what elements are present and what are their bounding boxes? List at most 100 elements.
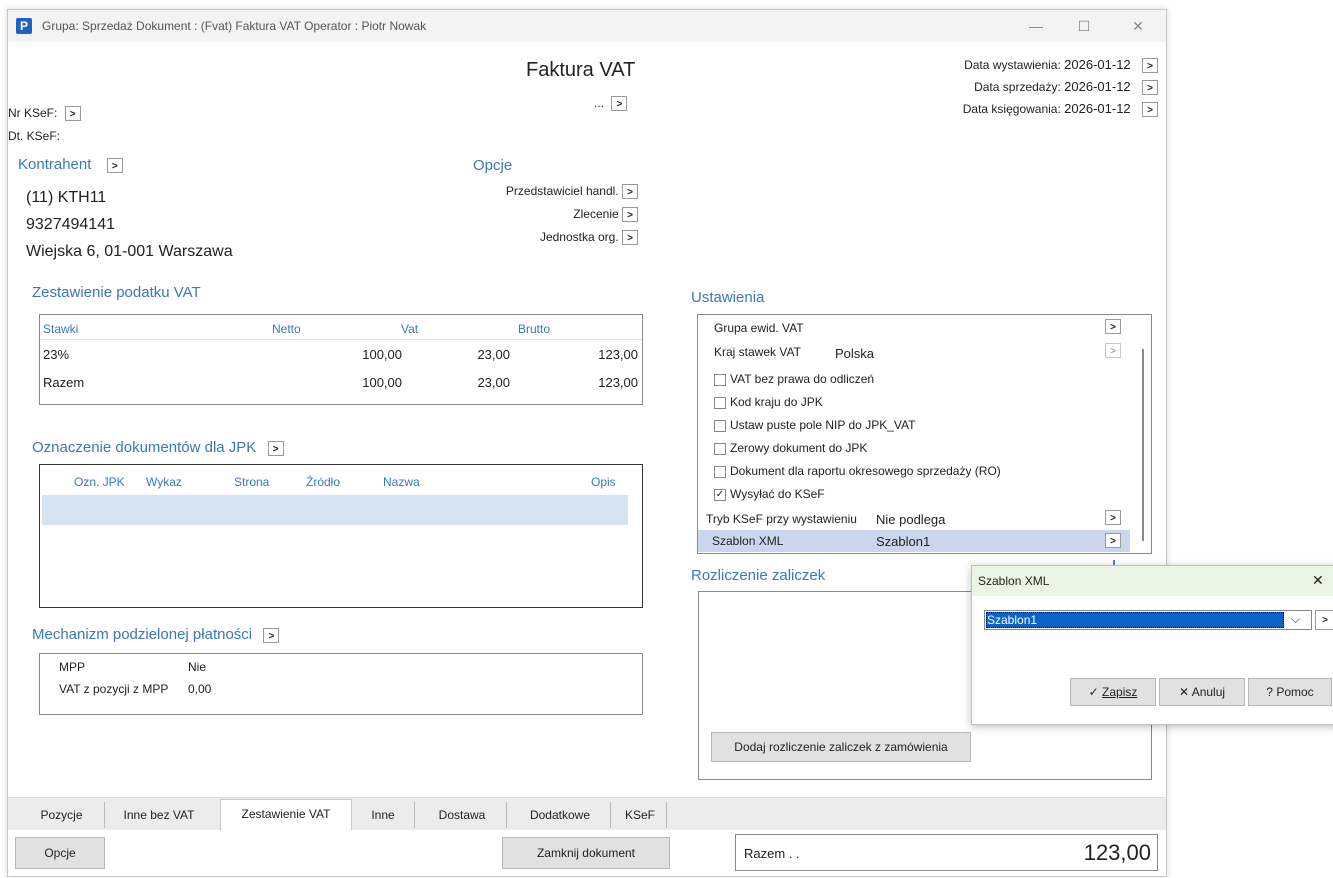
x-icon: ✕ bbox=[1178, 685, 1190, 699]
date-issue-value: 2026-01-12 bbox=[1064, 57, 1131, 72]
zapisz-label: Zapisz bbox=[1102, 685, 1138, 699]
razem-box: Razem . . 123,00 bbox=[735, 834, 1158, 871]
dialog-arrow-button[interactable]: > bbox=[1315, 610, 1333, 630]
tab-pozycje[interactable]: Pozycje bbox=[24, 802, 99, 828]
checkbox-row[interactable]: VAT bez prawa do odliczeń bbox=[714, 372, 874, 386]
mpp-vat-value: 0,00 bbox=[188, 682, 212, 696]
vat-col-stawki: Stawki bbox=[43, 322, 79, 336]
vat-heading: Zestawienie podatku VAT bbox=[32, 284, 201, 301]
checkbox-row[interactable]: Kod kraju do JPK bbox=[714, 395, 823, 409]
date-issue-button[interactable]: > bbox=[1142, 58, 1158, 73]
checkbox[interactable] bbox=[714, 373, 726, 386]
kontrahent-header: Kontrahent > bbox=[18, 156, 123, 173]
zamknij-dokument-button[interactable]: Zamknij dokument bbox=[502, 837, 670, 869]
dodaj-zaliczki-button[interactable]: Dodaj rozliczenie zaliczek z zamówienia bbox=[711, 732, 971, 762]
vat-cell: 100,00 bbox=[362, 375, 402, 390]
mpp-button[interactable]: > bbox=[263, 628, 280, 643]
maximize-icon[interactable]: ☐ bbox=[1066, 16, 1102, 36]
vat-col-netto: Netto bbox=[272, 322, 301, 336]
tab-zestawienie-vat[interactable]: Zestawienie VAT bbox=[220, 799, 352, 830]
date-sale-row: Data sprzedaży: 2026-01-12 > bbox=[963, 79, 1158, 101]
vat-cell: Razem bbox=[43, 375, 85, 390]
szablon-label: Szablon XML bbox=[712, 534, 784, 548]
razem-value: 123,00 bbox=[1083, 840, 1151, 865]
vat-cell: 100,00 bbox=[362, 347, 402, 362]
kontrahent-address: Wiejska 6, 01-001 Warszawa bbox=[26, 243, 233, 260]
zlecenie-button[interactable]: > bbox=[622, 207, 638, 222]
window-title: Grupa: Sprzedaż Dokument : (Fvat) Faktur… bbox=[42, 19, 427, 33]
kontrahent-button[interactable]: > bbox=[106, 158, 123, 173]
tab-inne[interactable]: Inne bbox=[352, 802, 415, 828]
anuluj-label: Anuluj bbox=[1191, 685, 1226, 699]
mpp-value: Nie bbox=[188, 660, 207, 674]
ustawienia-scrollbar[interactable] bbox=[1142, 349, 1144, 541]
opcje-item-label: Jednostka org. bbox=[539, 230, 619, 244]
date-booking-label: Data księgowania: bbox=[962, 102, 1061, 116]
ellipsis-label: ... bbox=[594, 96, 605, 110]
kontrahent-nip: 9327494141 bbox=[26, 216, 115, 233]
jpk-col: Strona bbox=[234, 475, 270, 489]
document-number-group: ... > bbox=[594, 96, 628, 111]
kraj-button[interactable]: > bbox=[1105, 343, 1121, 358]
table-row[interactable] bbox=[42, 495, 628, 525]
dt-ksef-label: Dt. KSeF: bbox=[8, 129, 61, 143]
mpp-label: MPP bbox=[59, 660, 86, 674]
tab-dostawa[interactable]: Dostawa bbox=[418, 802, 507, 828]
date-sale-button[interactable]: > bbox=[1142, 80, 1158, 95]
vat-col-brutto: Brutto bbox=[518, 322, 551, 336]
szablon-row[interactable]: Szablon XML Szablon1 > bbox=[698, 530, 1130, 552]
checkbox[interactable] bbox=[714, 442, 726, 455]
grupa-button[interactable]: > bbox=[1105, 319, 1121, 334]
opcje-item-label: Przedstawiciel handl. bbox=[505, 184, 619, 198]
checkbox-row[interactable]: Dokument dla raportu okresowego sprzedaż… bbox=[714, 464, 1001, 478]
checkbox-row[interactable]: ✓ Wysyłać do KSeF bbox=[714, 487, 825, 501]
checkbox-checked[interactable]: ✓ bbox=[714, 488, 726, 501]
tryb-label: Tryb KSeF przy wystawieniu bbox=[706, 512, 857, 526]
ustawienia-heading: Ustawienia bbox=[691, 289, 765, 306]
kraj-value: Polska bbox=[835, 346, 875, 361]
dialog-title-bar: Szablon XML ✕ bbox=[972, 566, 1333, 596]
jpk-button[interactable]: > bbox=[267, 441, 284, 456]
szablon-button[interactable]: > bbox=[1105, 533, 1121, 548]
zapisz-button[interactable]: ✓ Zapisz bbox=[1070, 678, 1156, 706]
pomoc-button[interactable]: ? Pomoc bbox=[1248, 678, 1332, 706]
date-booking-value: 2026-01-12 bbox=[1064, 101, 1131, 116]
checkbox[interactable] bbox=[714, 465, 726, 478]
opcje-list: Przedstawiciel handl. > Zlecenie > Jedno… bbox=[506, 180, 638, 249]
zaliczki-heading: Rozliczenie zaliczek bbox=[691, 567, 826, 584]
anuluj-button[interactable]: ✕ Anuluj bbox=[1159, 678, 1245, 706]
date-sale-value: 2026-01-12 bbox=[1064, 79, 1131, 94]
tab-inne-bez-vat[interactable]: Inne bez VAT bbox=[104, 802, 213, 828]
grupa-label: Grupa ewid. VAT bbox=[714, 321, 804, 335]
jpk-col: Ozn. JPK bbox=[74, 475, 125, 489]
nr-ksef-button[interactable]: > bbox=[64, 106, 81, 121]
dialog-title: Szablon XML bbox=[978, 574, 1050, 588]
checkbox-row[interactable]: Ustaw puste pole NIP do JPK_VAT bbox=[714, 418, 915, 432]
table-row[interactable]: 23% 100,00 23,00 123,00 bbox=[40, 347, 642, 367]
tryb-button[interactable]: > bbox=[1105, 510, 1121, 525]
minimize-icon[interactable]: — bbox=[1018, 16, 1054, 36]
number-arrow-button[interactable]: > bbox=[611, 96, 628, 111]
chevron-down-icon[interactable]: ⌵ bbox=[1291, 612, 1300, 627]
table-row[interactable]: Razem 100,00 23,00 123,00 bbox=[40, 375, 642, 395]
mpp-header: Mechanizm podzielonej płatności > bbox=[32, 626, 280, 643]
szablon-select[interactable]: Szablon1 ⌵ bbox=[984, 610, 1312, 630]
opcje-button[interactable]: Opcje bbox=[15, 837, 105, 869]
przedstawiciel-button[interactable]: > bbox=[622, 184, 638, 199]
dialog-close-icon[interactable]: ✕ bbox=[1312, 572, 1324, 589]
checkbox[interactable] bbox=[714, 396, 726, 409]
divider bbox=[40, 339, 642, 340]
tab-ksef[interactable]: KSeF bbox=[614, 802, 667, 828]
jpk-col: Źródło bbox=[306, 475, 341, 489]
jpk-heading: Oznaczenie dokumentów dla JPK bbox=[32, 439, 257, 456]
vat-cell: 23% bbox=[43, 347, 70, 362]
jpk-col: Wykaz bbox=[146, 475, 182, 489]
checkbox-row[interactable]: Zerowy dokument do JPK bbox=[714, 441, 867, 455]
checkbox[interactable] bbox=[714, 419, 726, 432]
jednostka-button[interactable]: > bbox=[622, 230, 638, 245]
checkbox-label: VAT bez prawa do odliczeń bbox=[730, 372, 875, 386]
close-icon[interactable]: ✕ bbox=[1120, 16, 1156, 36]
date-booking-button[interactable]: > bbox=[1142, 102, 1158, 117]
tab-dodatkowe[interactable]: Dodatkowe bbox=[510, 802, 611, 828]
title-bar: P Grupa: Sprzedaż Dokument : (Fvat) Fakt… bbox=[8, 10, 1166, 42]
